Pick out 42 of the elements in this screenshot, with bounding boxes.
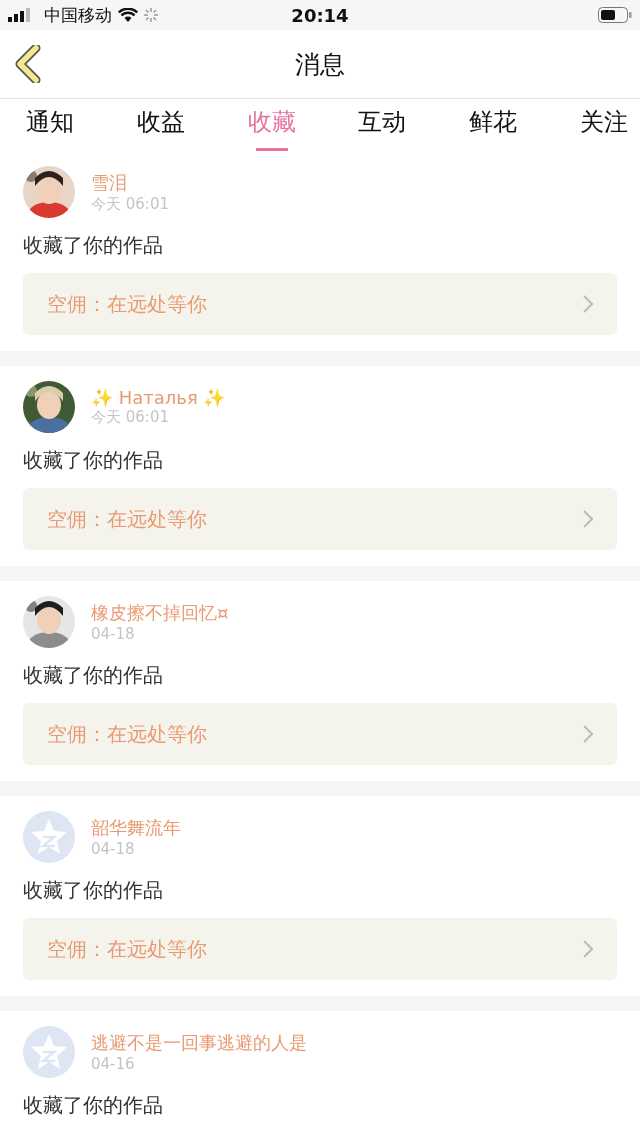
user-name[interactable]: 韶华舞流年 <box>91 816 181 840</box>
message-text: 收藏了你的作品 <box>23 447 164 474</box>
tab[interactable]: 收益 <box>130 99 191 151</box>
tab[interactable]: 鲜花 <box>463 99 524 151</box>
user-name[interactable]: 逃避不是一回事逃避的人是 <box>91 1031 307 1055</box>
loading-icon <box>144 8 158 22</box>
work-link[interactable]: 空佣：在远处等你 <box>23 273 617 335</box>
battery-icon <box>598 7 632 23</box>
chevron-right-icon <box>583 295 593 313</box>
page-title: 消息 <box>295 48 345 81</box>
work-link[interactable]: 空佣：在远处等你 <box>23 703 617 765</box>
user-name[interactable]: 雪泪 <box>91 170 169 195</box>
work-title: 空佣：在远处等你 <box>47 720 207 748</box>
back-button[interactable] <box>14 45 42 83</box>
timestamp: 今天 06:01 <box>91 194 169 214</box>
work-title: 空佣：在远处等你 <box>47 290 207 318</box>
timestamp: 04-18 <box>91 625 136 643</box>
tab[interactable]: 互动 <box>352 99 413 151</box>
carrier-text: 中国移动 <box>44 3 112 27</box>
timestamp: 04-18 <box>91 840 136 858</box>
clock-text: 20:14 <box>291 4 349 26</box>
default-avatar-icon <box>23 811 75 863</box>
work-link[interactable]: 空佣：在远处等你 <box>23 918 617 980</box>
message-text: 收藏了你的作品 <box>23 1092 164 1119</box>
timestamp: 今天 06:01 <box>91 408 170 427</box>
message-text: 收藏了你的作品 <box>23 662 164 689</box>
work-title: 空佣：在远处等你 <box>47 935 207 963</box>
chevron-right-icon <box>583 940 593 958</box>
tab[interactable]: 收藏 <box>241 99 302 151</box>
message-text: 收藏了你的作品 <box>23 877 164 904</box>
user-name[interactable]: 橡皮擦不掉回忆¤ <box>91 601 229 625</box>
wifi-icon <box>118 7 138 23</box>
timestamp: 04-16 <box>91 1055 136 1073</box>
user-name[interactable]: ✨ Наталья ✨ <box>91 387 226 408</box>
tab[interactable]: 通知 <box>20 99 80 151</box>
tab[interactable]: 关注 <box>574 99 634 151</box>
work-title: 空佣：在远处等你 <box>47 505 207 533</box>
chevron-right-icon <box>583 725 593 743</box>
work-link[interactable]: 空佣：在远处等你 <box>23 488 617 550</box>
chevron-right-icon <box>583 510 593 528</box>
default-avatar-icon <box>23 1026 75 1078</box>
message-text: 收藏了你的作品 <box>23 232 164 259</box>
